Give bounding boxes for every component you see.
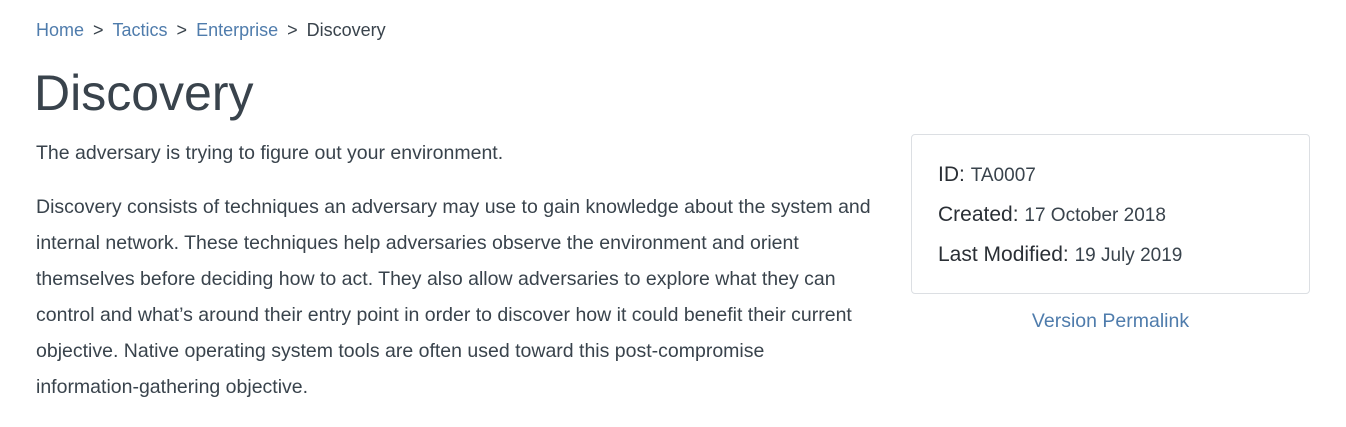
version-permalink-link[interactable]: Version Permalink <box>1032 310 1189 332</box>
breadcrumb-home-link[interactable]: Home <box>36 20 84 40</box>
breadcrumb-enterprise-link[interactable]: Enterprise <box>196 20 278 40</box>
id-row: ID: TA0007 <box>938 162 1036 189</box>
breadcrumb-current: Discovery <box>306 20 386 40</box>
breadcrumb-separator: > <box>287 20 298 40</box>
breadcrumb-separator: > <box>93 20 104 40</box>
page-title: Discovery <box>34 65 254 121</box>
tactic-info-card: ID: TA0007 Created: 17 October 2018 Last… <box>911 134 1310 294</box>
breadcrumb: Home > Tactics > Enterprise > Discovery <box>36 19 386 41</box>
created-value: 17 October 2018 <box>1024 205 1166 226</box>
last-modified-row: Last Modified: 19 July 2019 <box>938 242 1182 269</box>
id-label: ID: <box>938 163 965 186</box>
last-modified-label: Last Modified: <box>938 243 1069 266</box>
tactic-description-text: Discovery consists of techniques an adve… <box>36 196 871 398</box>
last-modified-value: 19 July 2019 <box>1074 245 1183 266</box>
tactic-description: The adversary is trying to figure out yo… <box>36 140 871 405</box>
id-value: TA0007 <box>970 165 1036 186</box>
version-permalink-container: Version Permalink <box>911 309 1310 333</box>
breadcrumb-tactics-link[interactable]: Tactics <box>113 20 168 40</box>
tactic-summary: The adversary is trying to figure out yo… <box>36 142 504 164</box>
created-label: Created: <box>938 203 1019 226</box>
breadcrumb-separator: > <box>176 20 188 40</box>
created-row: Created: 17 October 2018 <box>938 202 1166 229</box>
